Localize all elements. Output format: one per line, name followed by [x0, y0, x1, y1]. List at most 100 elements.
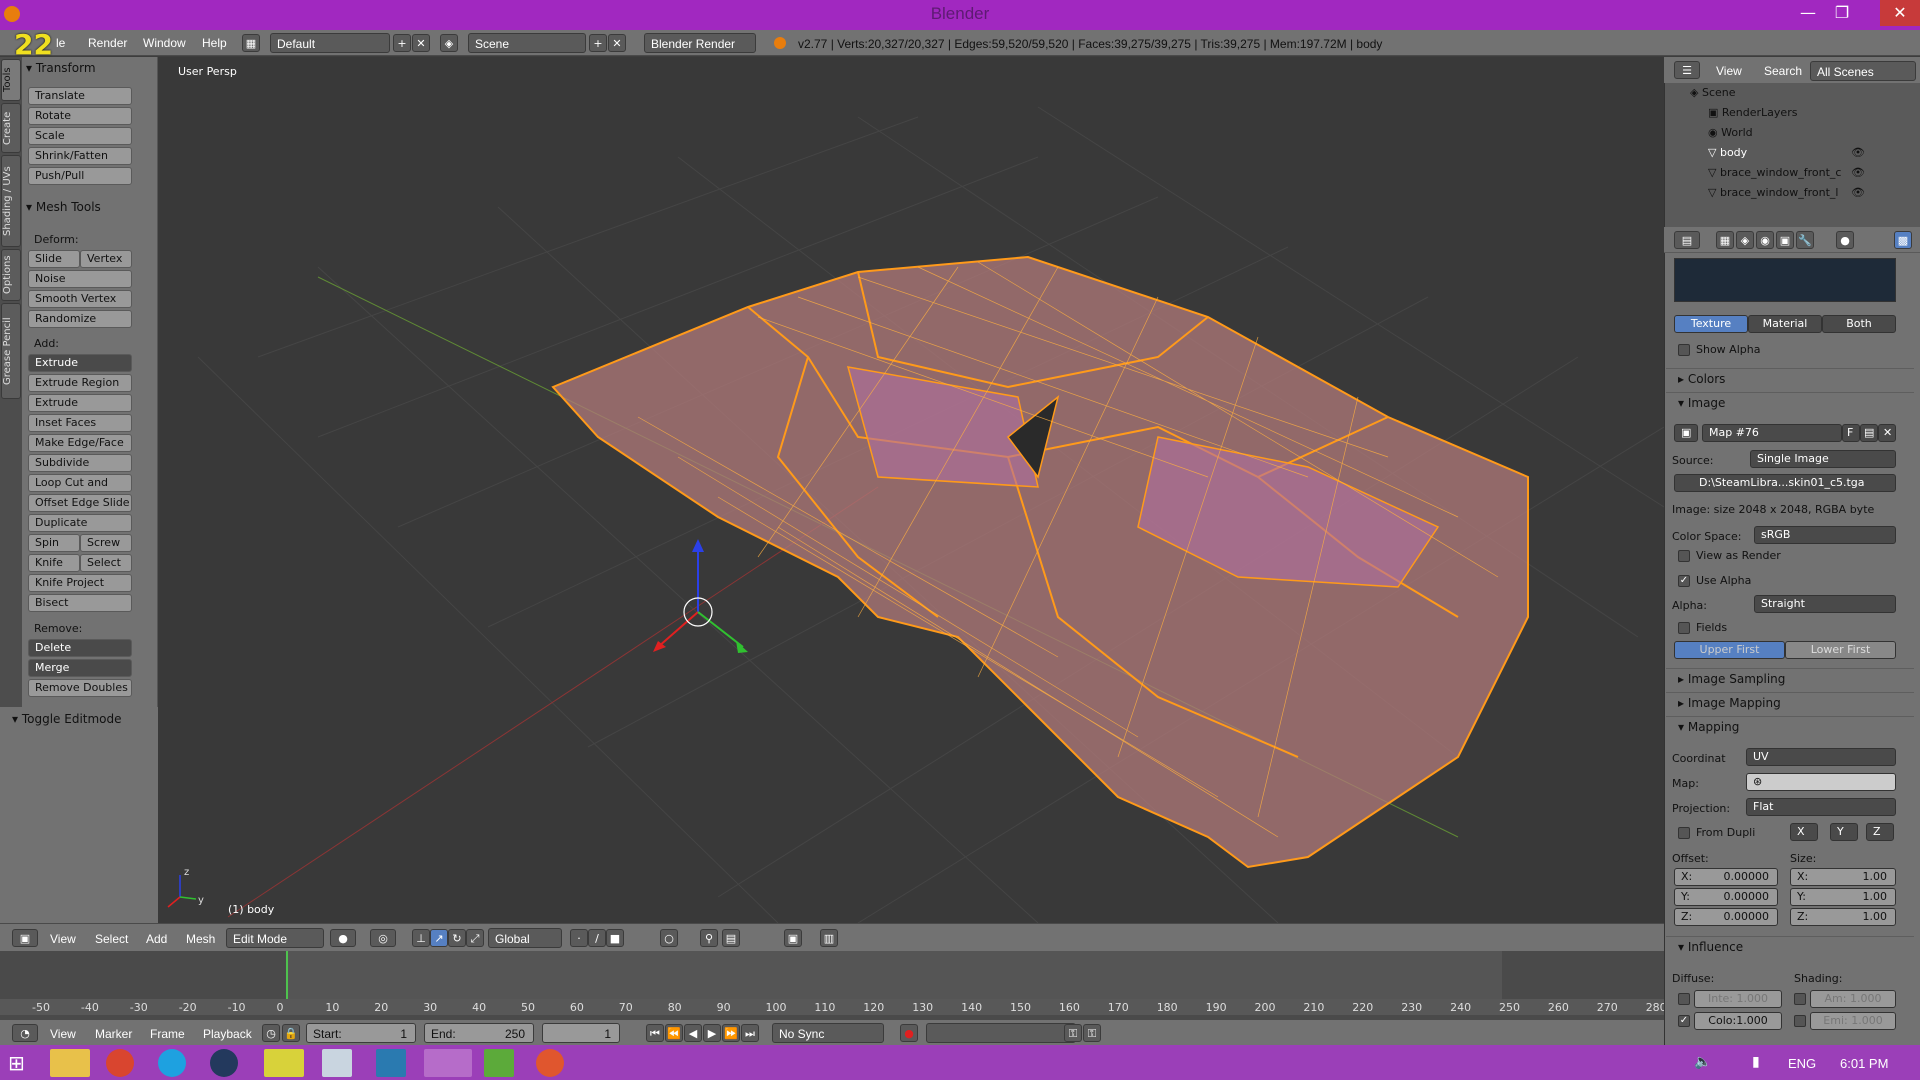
- timeline-ruler[interactable]: -50 -40 -30 -20 -10 0 10 20 30 40 50 60 70 80 90 100 110…: [0, 999, 1667, 1015]
- language-indicator[interactable]: ENG: [1788, 1056, 1816, 1071]
- image-mapping-section[interactable]: ▸ Image Mapping: [1666, 692, 1914, 712]
- end-frame-field[interactable]: End: 250: [424, 1023, 534, 1043]
- tab-options[interactable]: Options: [1, 249, 21, 301]
- render-preview-icon[interactable]: ▣: [784, 929, 802, 947]
- image-sampling-section[interactable]: ▸ Image Sampling: [1666, 668, 1914, 688]
- projection-select[interactable]: Flat: [1746, 798, 1896, 816]
- intensity-checkbox[interactable]: [1678, 993, 1690, 1005]
- pivot-icon[interactable]: ◎: [370, 929, 396, 947]
- visibility-eye-icon[interactable]: 👁: [1851, 166, 1865, 179]
- chrome-taskbar-icon[interactable]: [106, 1049, 134, 1077]
- menu-file[interactable]: le: [56, 36, 65, 50]
- proportional-edit-icon[interactable]: ○: [660, 929, 678, 947]
- z-mapping-select[interactable]: Z: [1866, 823, 1894, 841]
- outliner-item-brace-l[interactable]: ▽ brace_window_front_l: [1708, 186, 1839, 199]
- jump-start-icon[interactable]: ⏮: [646, 1024, 664, 1042]
- view-as-render-checkbox[interactable]: [1678, 550, 1690, 562]
- screw-button[interactable]: Screw: [80, 534, 132, 552]
- editor-type-icon[interactable]: ▣: [12, 929, 38, 947]
- tab-both[interactable]: Both: [1822, 315, 1896, 333]
- render-engine-select[interactable]: Blender Render: [644, 33, 756, 53]
- menu-help[interactable]: Help: [202, 36, 227, 50]
- image-browse-icon[interactable]: ▣: [1674, 424, 1698, 442]
- rotate-button[interactable]: Rotate: [28, 107, 132, 125]
- modifier-tab-icon[interactable]: 🔧: [1796, 231, 1814, 249]
- start-button[interactable]: ⊞: [8, 1051, 32, 1075]
- manipulator-icon[interactable]: ⊥: [412, 929, 430, 947]
- bisect-button[interactable]: Bisect: [28, 594, 132, 612]
- smooth-vertex-button[interactable]: Smooth Vertex: [28, 290, 132, 308]
- tool-taskbar-icon[interactable]: [376, 1049, 406, 1077]
- translate-button[interactable]: Translate: [28, 87, 132, 105]
- scale-button[interactable]: Scale: [28, 127, 132, 145]
- tab-tools[interactable]: Tools: [1, 59, 21, 101]
- alpha-select[interactable]: Straight: [1754, 595, 1896, 613]
- files-taskbar-icon[interactable]: [322, 1049, 352, 1077]
- network-icon[interactable]: ▮: [1752, 1054, 1760, 1070]
- current-frame-field[interactable]: 1: [542, 1023, 620, 1043]
- timeline-menu-marker[interactable]: Marker: [95, 1027, 132, 1041]
- extrude-dropdown[interactable]: Extrude: [28, 354, 132, 372]
- lock-range-icon[interactable]: 🔒: [282, 1024, 300, 1042]
- offset-edge-slide-button[interactable]: Offset Edge Slide: [28, 494, 132, 512]
- outliner-menu-view[interactable]: View: [1716, 64, 1742, 78]
- play-icon[interactable]: ▶: [703, 1024, 721, 1042]
- snap-element-icon[interactable]: ▤: [722, 929, 740, 947]
- lower-first-button[interactable]: Lower First: [1785, 641, 1896, 659]
- world-tab-icon[interactable]: ◉: [1756, 231, 1774, 249]
- clock[interactable]: 6:01 PM: [1840, 1056, 1888, 1071]
- layout-field[interactable]: Default: [270, 33, 390, 53]
- offset-z-field[interactable]: Z: 0.00000: [1674, 908, 1778, 926]
- size-y-field[interactable]: Y: 1.00: [1790, 888, 1896, 906]
- mesh-tools-panel-header[interactable]: ▾ Mesh Tools: [26, 200, 101, 214]
- preview-range-icon[interactable]: ◷: [262, 1024, 280, 1042]
- timeline-menu-frame[interactable]: Frame: [150, 1027, 185, 1041]
- face-select-icon[interactable]: ■: [606, 929, 624, 947]
- delete-dropdown[interactable]: Delete: [28, 639, 132, 657]
- source-select[interactable]: Single Image: [1750, 450, 1896, 468]
- mapping-section[interactable]: ▾ Mapping: [1666, 716, 1914, 736]
- tab-create[interactable]: Create: [1, 103, 21, 153]
- record-icon[interactable]: ●: [900, 1024, 918, 1042]
- play-reverse-icon[interactable]: ◀: [684, 1024, 702, 1042]
- outliner-item-scene[interactable]: ◈ Scene: [1690, 86, 1736, 99]
- extrude-individual-button[interactable]: Extrude Individual: [28, 394, 132, 425]
- vertex-slide-button[interactable]: Vertex: [80, 250, 132, 268]
- extrude-region-button[interactable]: Extrude Region: [28, 374, 132, 392]
- notepad-taskbar-icon[interactable]: [484, 1049, 514, 1077]
- outliner-item-world[interactable]: ◉ World: [1708, 126, 1753, 139]
- duplicate-button[interactable]: Duplicate: [28, 514, 132, 532]
- rotate-manipulator-icon[interactable]: ↻: [448, 929, 466, 947]
- menu-select[interactable]: Select: [95, 932, 128, 946]
- layout-icon[interactable]: ▦: [242, 34, 260, 52]
- offset-x-field[interactable]: X: 0.00000: [1674, 868, 1778, 886]
- upper-first-button[interactable]: Upper First: [1674, 641, 1785, 659]
- merge-dropdown[interactable]: Merge: [28, 659, 132, 677]
- fake-user-button[interactable]: F: [1842, 424, 1860, 442]
- intensity-field[interactable]: Inte: 1.000: [1694, 990, 1782, 1008]
- use-alpha-checkbox[interactable]: ✓: [1678, 575, 1690, 587]
- restore-button[interactable]: ❐: [1822, 0, 1862, 26]
- coordinate-select[interactable]: UV: [1746, 748, 1896, 766]
- slide-edge-button[interactable]: Slide Ed: [28, 250, 80, 281]
- visibility-eye-icon[interactable]: 👁: [1851, 186, 1865, 199]
- volume-icon[interactable]: 🔈: [1694, 1054, 1711, 1070]
- add-layout-icon[interactable]: +: [393, 34, 411, 52]
- outliner-item-renderlayers[interactable]: ▣ RenderLayers: [1708, 106, 1797, 119]
- spin-button[interactable]: Spin: [28, 534, 80, 552]
- ambient-field[interactable]: Am: 1.000: [1810, 990, 1896, 1008]
- image-path-field[interactable]: D:\SteamLibra...skin01_c5.tga: [1674, 474, 1896, 492]
- mode-select[interactable]: Edit Mode: [226, 928, 324, 948]
- blender-taskbar-icon[interactable]: [424, 1049, 472, 1077]
- outliner-item-body[interactable]: ▽ body: [1708, 146, 1747, 159]
- subdivide-button[interactable]: Subdivide: [28, 454, 132, 472]
- tab-shading-uvs[interactable]: Shading / UVs: [1, 155, 21, 247]
- influence-section[interactable]: ▾ Influence: [1666, 936, 1914, 956]
- inset-faces-button[interactable]: Inset Faces: [28, 414, 132, 432]
- image-name-field[interactable]: Map #76: [1702, 424, 1842, 442]
- texture-tab-icon[interactable]: ▩: [1894, 231, 1912, 249]
- render-tab-icon[interactable]: ▦: [1716, 231, 1734, 249]
- scene-field[interactable]: Scene: [468, 33, 586, 53]
- x-mapping-select[interactable]: X: [1790, 823, 1818, 841]
- transform-panel-header[interactable]: ▾ Transform: [26, 61, 96, 75]
